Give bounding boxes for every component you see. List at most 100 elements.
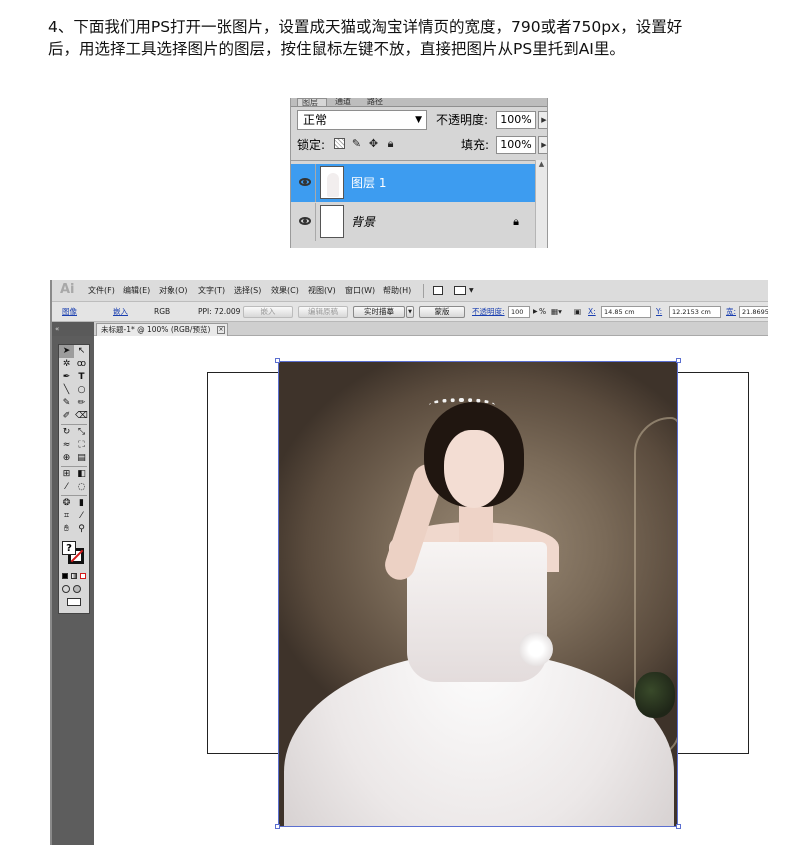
artboard-tool-icon[interactable]: ⌗: [59, 510, 74, 523]
graph-tool-icon[interactable]: ▮: [74, 497, 89, 510]
embed-button[interactable]: 嵌入: [243, 306, 293, 318]
menu-file[interactable]: 文件(F): [88, 280, 115, 302]
direct-selection-tool-icon[interactable]: ↖: [74, 345, 89, 358]
paintbrush-tool-icon[interactable]: ✎: [59, 397, 74, 410]
type-tool-icon[interactable]: T: [74, 371, 89, 384]
color-mode: RGB: [154, 307, 171, 316]
ps-blend-row: 正常 ▼ 不透明度: 100% ▶: [297, 110, 547, 132]
lasso-tool-icon[interactable]: ꝏ: [74, 358, 89, 371]
gradient-tool-icon[interactable]: ◧: [74, 468, 89, 481]
live-trace-button[interactable]: 实时描摹: [353, 306, 405, 318]
embed-link[interactable]: 嵌入: [113, 302, 128, 322]
lock-icon[interactable]: 🔒︎: [385, 138, 396, 149]
opacity-input[interactable]: 100%: [496, 111, 536, 129]
symbol-sprayer-tool-icon[interactable]: ❂: [59, 497, 74, 510]
draw-behind-icon[interactable]: [73, 585, 81, 593]
fill-stepper[interactable]: ▶: [538, 136, 547, 154]
layers-scrollbar[interactable]: ▲: [535, 160, 547, 248]
bbox-handle-bl[interactable]: [275, 824, 280, 829]
menu-edit[interactable]: 编辑(E): [123, 280, 150, 302]
bbox-handle-tr[interactable]: [676, 358, 681, 363]
tab-channels[interactable]: 通道: [331, 98, 359, 106]
layer-visibility-toggle[interactable]: [294, 203, 316, 241]
photo-neck: [459, 502, 493, 542]
hand-tool-icon[interactable]: ✋︎: [59, 523, 74, 536]
layer-visibility-toggle[interactable]: [294, 164, 316, 202]
gradient-button[interactable]: [71, 573, 77, 579]
layer-thumbnail: [320, 205, 344, 238]
transform-icon[interactable]: ▣: [574, 302, 581, 322]
pencil-tool-icon[interactable]: ✏: [74, 397, 89, 410]
bbox-handle-br[interactable]: [676, 824, 681, 829]
instruction-text: 4、下面我们用PS打开一张图片，设置成天猫或淘宝详情页的宽度，790或者750p…: [48, 16, 788, 60]
bbox-handle-tl[interactable]: [275, 358, 280, 363]
selection-tool-icon[interactable]: ➤: [59, 345, 74, 358]
panel-collapse-button[interactable]: «: [52, 322, 94, 336]
color-button[interactable]: [62, 573, 68, 579]
screen-mode-icon[interactable]: [67, 598, 81, 606]
document-tab[interactable]: 未标题-1* @ 100% (RGB/预览) ×: [96, 323, 228, 336]
ellipse-tool-icon[interactable]: ○: [74, 384, 89, 397]
magic-wand-tool-icon[interactable]: ✲: [59, 358, 74, 371]
y-field[interactable]: 12.2153 cm: [669, 306, 721, 318]
rotate-tool-icon[interactable]: ↻: [59, 426, 74, 439]
ai-logo: Ai: [60, 282, 75, 297]
free-transform-tool-icon[interactable]: ⛶: [74, 439, 89, 452]
tab-paths[interactable]: 路径: [363, 98, 391, 106]
line-tool-icon[interactable]: ╲: [59, 384, 74, 397]
tool-separator: [61, 466, 87, 467]
width-field[interactable]: 21.8695 cm: [739, 306, 768, 318]
scale-tool-icon[interactable]: ⤡: [74, 426, 89, 439]
bridge-icon[interactable]: [433, 286, 443, 295]
chevron-right-icon: ▶: [541, 141, 547, 149]
blob-brush-tool-icon[interactable]: ✐: [59, 410, 74, 423]
edit-original-button[interactable]: 编辑原稿: [298, 306, 348, 318]
chevron-right-icon[interactable]: ▶: [533, 302, 538, 322]
live-trace-options[interactable]: ▼: [406, 306, 414, 318]
mask-button[interactable]: 蒙版: [419, 306, 465, 318]
chevron-down-icon: ▼: [408, 309, 412, 315]
placed-image[interactable]: [278, 361, 678, 827]
width-label: 宽:: [726, 307, 737, 316]
menu-select[interactable]: 选择(S): [234, 280, 261, 302]
draw-normal-icon[interactable]: [62, 585, 70, 593]
mesh-tool-icon[interactable]: ⊞: [59, 468, 74, 481]
pen-tool-icon[interactable]: ✒: [59, 371, 74, 384]
chevron-down-icon[interactable]: ▼: [469, 280, 474, 302]
none-button[interactable]: [80, 573, 86, 579]
fill-swatch[interactable]: ?: [62, 541, 76, 555]
slice-tool-icon[interactable]: ⁄: [74, 510, 89, 523]
layer-row-background[interactable]: 背景 🔒︎: [291, 203, 535, 241]
zoom-tool-icon[interactable]: ⚲: [74, 523, 89, 536]
layer-name: 背景: [351, 215, 376, 229]
reference-point-icon[interactable]: ▦▾: [551, 302, 562, 322]
menu-type[interactable]: 文字(T): [198, 280, 225, 302]
menu-help[interactable]: 帮助(H): [383, 280, 411, 302]
layer-name: 图层 1: [351, 176, 387, 190]
shape-builder-tool-icon[interactable]: ⊕: [59, 452, 74, 465]
ai-canvas[interactable]: [94, 336, 768, 845]
warp-tool-icon[interactable]: ≈: [59, 439, 74, 452]
opacity-link[interactable]: 不透明度:: [472, 302, 505, 322]
move-icon[interactable]: ✥: [368, 138, 379, 149]
tab-layers[interactable]: 图层: [297, 98, 327, 106]
fill-input[interactable]: 100%: [496, 136, 536, 154]
lock-transparency-icon[interactable]: [334, 138, 345, 149]
image-type-link[interactable]: 图像: [62, 302, 77, 322]
eraser-tool-icon[interactable]: ⌫: [74, 410, 89, 423]
menu-effect[interactable]: 效果(C): [271, 280, 299, 302]
x-field[interactable]: 14.85 cm: [601, 306, 651, 318]
eyedropper-tool-icon[interactable]: ⁄: [59, 481, 74, 494]
blend-tool-icon[interactable]: ◌: [74, 481, 89, 494]
perspective-tool-icon[interactable]: ▤: [74, 452, 89, 465]
arrange-documents-icon[interactable]: [454, 286, 466, 295]
menu-window[interactable]: 窗口(W): [345, 280, 375, 302]
menu-object[interactable]: 对象(O): [159, 280, 188, 302]
blend-mode-select[interactable]: 正常 ▼: [297, 110, 427, 130]
layer-row-layer1[interactable]: 图层 1: [291, 164, 535, 202]
brush-icon[interactable]: ✎: [351, 138, 362, 149]
opacity-field[interactable]: 100: [508, 306, 530, 318]
opacity-stepper[interactable]: ▶: [538, 111, 547, 129]
menu-view[interactable]: 视图(V): [308, 280, 336, 302]
close-icon[interactable]: ×: [217, 326, 225, 334]
